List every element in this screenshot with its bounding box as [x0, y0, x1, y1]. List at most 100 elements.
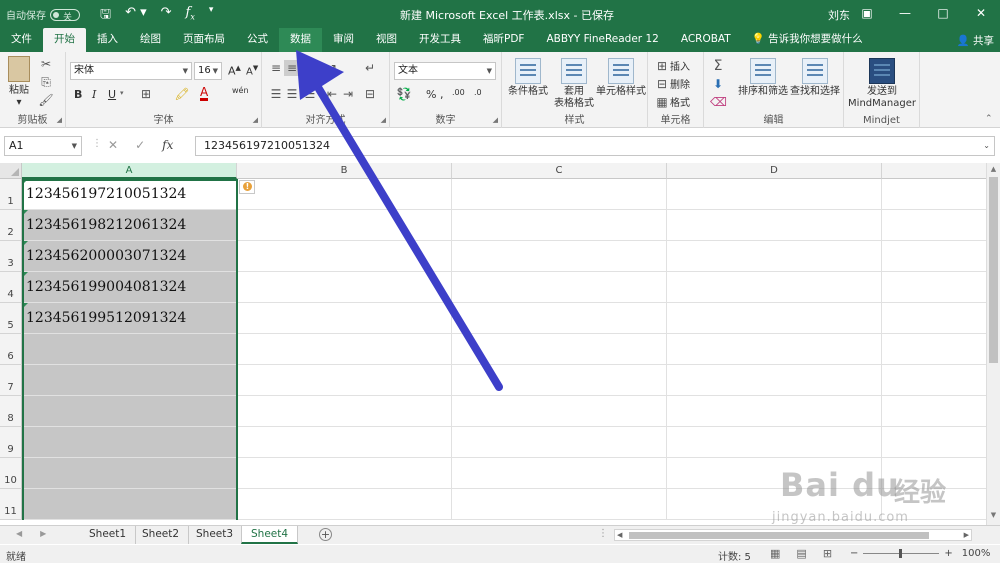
autosum-icon[interactable]: Σ: [710, 58, 726, 74]
row-header-11[interactable]: 11: [0, 489, 22, 520]
worksheet-grid[interactable]: A B C D 1 2 3 4 5 6 7 8 9 10 11 123456197210051324 12345…: [0, 163, 986, 525]
delete-cells-button[interactable]: ⊟ 删除: [654, 76, 690, 92]
align-right-icon[interactable]: ☰: [302, 86, 318, 102]
tab-9[interactable]: 开发工具: [408, 28, 472, 52]
tab-6[interactable]: 数据: [279, 28, 322, 52]
merge-center-icon[interactable]: ⊟: [362, 86, 378, 102]
cell-styles-button[interactable]: 单元格样式: [596, 58, 646, 98]
sheet-tab-3[interactable]: Sheet3: [187, 526, 244, 544]
font-name-select[interactable]: 宋体 ▼: [70, 62, 192, 80]
close-icon[interactable]: ✕: [962, 0, 1000, 28]
row-header-3[interactable]: 3: [0, 241, 22, 272]
error-options-icon[interactable]: [239, 180, 255, 194]
scroll-left-icon[interactable]: ◀: [617, 530, 622, 540]
wrap-text-icon[interactable]: ↵: [362, 60, 378, 76]
increase-indent-icon[interactable]: ⇥: [340, 86, 356, 102]
send-to-mindmanager-button[interactable]: 发送到 MindManager: [848, 58, 916, 110]
row-header-7[interactable]: 7: [0, 365, 22, 396]
page-break-view-icon[interactable]: ⊞: [823, 547, 832, 560]
undo-icon[interactable]: ↶ ▾: [125, 5, 147, 27]
number-launcher-icon[interactable]: ◢: [493, 116, 498, 124]
tab-10[interactable]: 福昕PDF: [472, 28, 535, 52]
enter-icon[interactable]: ✓: [135, 138, 145, 152]
fill-color-icon[interactable]: 🖍: [174, 86, 190, 102]
format-cells-button[interactable]: ▦ 格式: [654, 94, 690, 110]
shrink-font-icon[interactable]: A▼: [246, 64, 258, 77]
phonetic-icon[interactable]: wén: [232, 86, 249, 95]
zoom-level[interactable]: 100%: [962, 548, 991, 559]
percent-button[interactable]: %: [426, 88, 436, 101]
tab-7[interactable]: 审阅: [322, 28, 365, 52]
horizontal-scrollbar[interactable]: ◀ ▶: [614, 529, 972, 541]
format-painter-icon[interactable]: 🖌: [38, 92, 54, 108]
number-format-select[interactable]: 文本 ▼: [394, 62, 496, 80]
tab-3[interactable]: 绘图: [129, 28, 172, 52]
decrease-decimal-icon[interactable]: .0: [474, 88, 482, 97]
clear-icon[interactable]: ⌫: [710, 94, 727, 110]
zoom-slider[interactable]: [863, 549, 940, 558]
font-color-icon[interactable]: A: [200, 86, 209, 101]
underline-button[interactable]: U: [108, 88, 116, 101]
italic-button[interactable]: I: [92, 88, 96, 101]
customize-qat-icon[interactable]: ▾: [209, 5, 214, 27]
page-layout-view-icon[interactable]: ▤: [796, 547, 806, 560]
middle-align-icon[interactable]: ≡: [284, 60, 300, 76]
zoom-in-icon[interactable]: +: [944, 548, 952, 559]
bold-button[interactable]: B: [74, 88, 82, 101]
row-header-10[interactable]: 10: [0, 458, 22, 489]
sort-filter-button[interactable]: 排序和筛选: [738, 58, 788, 98]
copy-icon[interactable]: ⎘: [38, 74, 54, 90]
row-header-2[interactable]: 2: [0, 210, 22, 241]
fill-icon[interactable]: ⬇: [710, 76, 726, 92]
row-header-6[interactable]: 6: [0, 334, 22, 365]
grow-font-icon[interactable]: A▲: [228, 64, 241, 78]
format-as-table-button[interactable]: 套用 表格格式: [554, 58, 594, 110]
align-left-icon[interactable]: ☰: [268, 86, 284, 102]
font-size-select[interactable]: 16 ▼: [194, 62, 222, 80]
scroll-right-icon[interactable]: ▶: [964, 530, 969, 540]
scroll-up-icon[interactable]: ▲: [987, 165, 1000, 177]
redo-icon[interactable]: ↷: [161, 5, 172, 27]
vertical-scroll-thumb[interactable]: [989, 177, 998, 363]
row-header-5[interactable]: 5: [0, 303, 22, 334]
tab-2[interactable]: 插入: [86, 28, 129, 52]
insert-cells-button[interactable]: ⊞ 插入: [654, 58, 690, 74]
conditional-formatting-button[interactable]: 条件格式: [506, 58, 550, 98]
add-sheet-icon[interactable]: +: [319, 528, 332, 541]
sheet-tab-1[interactable]: Sheet1: [80, 526, 137, 544]
orientation-icon[interactable]: ↗: [324, 60, 340, 76]
accounting-format-icon[interactable]: 💱: [396, 86, 412, 102]
alignment-launcher-icon[interactable]: ◢: [381, 116, 386, 124]
ribbon-display-icon[interactable]: ▣: [848, 0, 886, 28]
column-header-c[interactable]: C: [452, 163, 667, 179]
cancel-icon[interactable]: ✕: [108, 138, 118, 152]
normal-view-icon[interactable]: ▦: [770, 547, 780, 560]
tab-1[interactable]: 开始: [43, 28, 86, 52]
tab-5[interactable]: 公式: [236, 28, 279, 52]
decrease-indent-icon[interactable]: ⇤: [324, 86, 340, 102]
tab-split-handle-icon[interactable]: ⋮: [598, 528, 608, 539]
row-header-8[interactable]: 8: [0, 396, 22, 427]
sheet-tab-2[interactable]: Sheet2: [133, 526, 190, 544]
autosave-toggle[interactable]: 关: [50, 8, 80, 23]
column-header-d[interactable]: D: [667, 163, 882, 179]
font-launcher-icon[interactable]: ◢: [253, 116, 258, 124]
row-header-9[interactable]: 9: [0, 427, 22, 458]
next-sheet-icon[interactable]: ▶: [40, 529, 46, 538]
underline-dropdown-icon[interactable]: ▾: [120, 89, 124, 97]
horizontal-scroll-thumb[interactable]: [629, 532, 929, 539]
name-box[interactable]: A1 ▼: [4, 136, 82, 156]
tab-11[interactable]: ABBYY FineReader 12: [535, 28, 669, 52]
zoom-out-icon[interactable]: −: [850, 548, 858, 559]
row-header-4[interactable]: 4: [0, 272, 22, 303]
comma-style-icon[interactable]: ,: [440, 88, 444, 101]
border-icon[interactable]: ⊞: [138, 86, 154, 102]
select-all-button[interactable]: [0, 163, 22, 179]
clipboard-launcher-icon[interactable]: ◢: [57, 116, 62, 124]
save-icon[interactable]: 🖫: [100, 5, 111, 27]
cut-icon[interactable]: ✂: [38, 56, 54, 72]
column-header-e[interactable]: [882, 163, 986, 179]
increase-decimal-icon[interactable]: .00: [452, 88, 465, 97]
find-select-button[interactable]: 查找和选择: [790, 58, 840, 98]
top-align-icon[interactable]: ≡: [268, 60, 284, 76]
